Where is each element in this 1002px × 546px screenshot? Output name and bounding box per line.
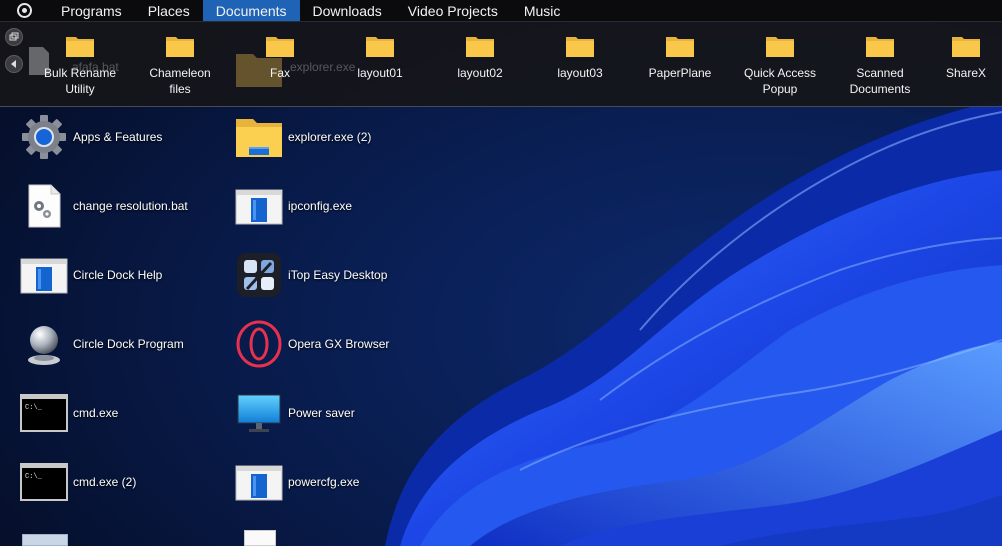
desktop-item-label: Power saver bbox=[288, 406, 355, 420]
shelf-folder-layout01[interactable]: layout01 bbox=[330, 34, 430, 81]
shelf-folder-layout03[interactable]: layout03 bbox=[530, 34, 630, 81]
desktop-item-explorer-exe-2[interactable]: explorer.exe (2) bbox=[235, 111, 371, 163]
shelf-item-label: Fax bbox=[269, 66, 290, 80]
shelf-item-label: PaperPlane bbox=[648, 66, 712, 80]
svg-text:C:\_: C:\_ bbox=[25, 404, 43, 412]
opera-gx-icon bbox=[235, 320, 283, 368]
file-explorer-icon bbox=[235, 113, 283, 161]
folder-icon bbox=[466, 37, 494, 57]
monitor-icon bbox=[235, 389, 283, 437]
shelf-folder-sharex[interactable]: ShareX bbox=[930, 34, 1002, 81]
shelf-item-label: Scanned Documents bbox=[849, 66, 911, 96]
tab-places[interactable]: Places bbox=[135, 0, 203, 21]
shelf-item-label: layout03 bbox=[557, 66, 603, 80]
partial-desktop-icon[interactable] bbox=[22, 534, 68, 546]
tab-bar: Programs Places Documents Downloads Vide… bbox=[0, 0, 1002, 22]
app-logo-icon[interactable] bbox=[0, 0, 48, 21]
desktop-item-apps-features[interactable]: Apps & Features bbox=[20, 111, 162, 163]
tab-downloads[interactable]: Downloads bbox=[300, 0, 395, 21]
shelf-item-label: ShareX bbox=[945, 66, 987, 80]
shelf-item-label: Chameleon files bbox=[149, 66, 211, 96]
shelf-folder-scanned-documents[interactable]: Scanned Documents bbox=[830, 34, 930, 97]
shelf-folder-fax[interactable]: Fax bbox=[230, 34, 330, 81]
desktop-item-label: Circle Dock Help bbox=[73, 268, 163, 282]
shelf-item-label: layout01 bbox=[357, 66, 403, 80]
desktop-item-label: ipconfig.exe bbox=[288, 199, 353, 213]
window-app-icon bbox=[20, 251, 68, 299]
desktop-item-label: Circle Dock Program bbox=[73, 337, 184, 351]
crystal-ball-icon bbox=[20, 320, 68, 368]
window-app-icon bbox=[235, 182, 283, 230]
batch-file-icon bbox=[20, 182, 68, 230]
svg-text:C:\_: C:\_ bbox=[25, 473, 43, 481]
desktop-item-cmd-exe-2[interactable]: C:\_ cmd.exe (2) bbox=[20, 456, 136, 508]
folder-icon bbox=[766, 37, 794, 57]
shelf-item-label: Bulk Rename Utility bbox=[43, 66, 117, 96]
folder-icon bbox=[266, 37, 294, 57]
desktop-item-circle-dock-program[interactable]: Circle Dock Program bbox=[20, 318, 184, 370]
shelf-folder-quick-access-popup[interactable]: Quick Access Popup bbox=[730, 34, 830, 97]
itop-icon bbox=[235, 251, 283, 299]
tab-documents[interactable]: Documents bbox=[202, 0, 300, 21]
folder-icon bbox=[566, 37, 594, 57]
folder-icon bbox=[366, 37, 394, 57]
shelf-folder-layout02[interactable]: layout02 bbox=[430, 34, 530, 81]
desktop-item-powercfg-exe[interactable]: powercfg.exe bbox=[235, 456, 359, 508]
partial-document-icon[interactable] bbox=[244, 530, 276, 546]
desktop-item-opera-gx-browser[interactable]: Opera GX Browser bbox=[235, 318, 389, 370]
desktop-item-circle-dock-help[interactable]: Circle Dock Help bbox=[20, 249, 162, 301]
folder-icon bbox=[666, 37, 694, 57]
tab-music[interactable]: Music bbox=[511, 0, 574, 21]
desktop-item-label: cmd.exe bbox=[73, 406, 119, 420]
shelf-item-label: layout02 bbox=[457, 66, 503, 80]
desktop-item-change-resolution-bat[interactable]: change resolution.bat bbox=[20, 180, 188, 232]
folder-icon bbox=[952, 37, 980, 57]
desktop-item-ipconfig-exe[interactable]: ipconfig.exe bbox=[235, 180, 352, 232]
shelf-item-label: Quick Access Popup bbox=[743, 66, 817, 96]
desktop-item-itop-easy-desktop[interactable]: iTop Easy Desktop bbox=[235, 249, 387, 301]
desktop-item-label: cmd.exe (2) bbox=[73, 475, 137, 489]
window-app-icon bbox=[235, 458, 283, 506]
terminal-icon: C:\_ bbox=[20, 458, 68, 506]
shelf-folder-bulk-rename-utility[interactable]: Bulk Rename Utility bbox=[30, 34, 130, 97]
folder-icon bbox=[166, 37, 194, 57]
window-toggle-icon[interactable] bbox=[5, 28, 23, 46]
folder-icon bbox=[866, 37, 894, 57]
back-arrow-icon[interactable] bbox=[5, 55, 23, 73]
tab-video-projects[interactable]: Video Projects bbox=[395, 0, 511, 21]
desktop-item-label: iTop Easy Desktop bbox=[288, 268, 388, 282]
shelf-folder-paperplane[interactable]: PaperPlane bbox=[630, 34, 730, 81]
desktop-item-label: Apps & Features bbox=[73, 130, 163, 144]
desktop-item-cmd-exe[interactable]: C:\_ cmd.exe bbox=[20, 387, 118, 439]
gear-icon bbox=[20, 113, 68, 161]
desktop-item-label: explorer.exe (2) bbox=[288, 130, 372, 144]
documents-shelf: afafa.bat explorer.exe Bulk Rename Utili… bbox=[0, 22, 1002, 107]
folder-icon bbox=[66, 37, 94, 57]
tab-programs[interactable]: Programs bbox=[48, 0, 135, 21]
terminal-icon: C:\_ bbox=[20, 389, 68, 437]
desktop-item-label: change resolution.bat bbox=[73, 199, 188, 213]
desktop-item-label: powercfg.exe bbox=[288, 475, 360, 489]
desktop-item-label: Opera GX Browser bbox=[288, 337, 390, 351]
desktop-item-power-saver[interactable]: Power saver bbox=[235, 387, 355, 439]
shelf-folder-chameleon-files[interactable]: Chameleon files bbox=[130, 34, 230, 97]
